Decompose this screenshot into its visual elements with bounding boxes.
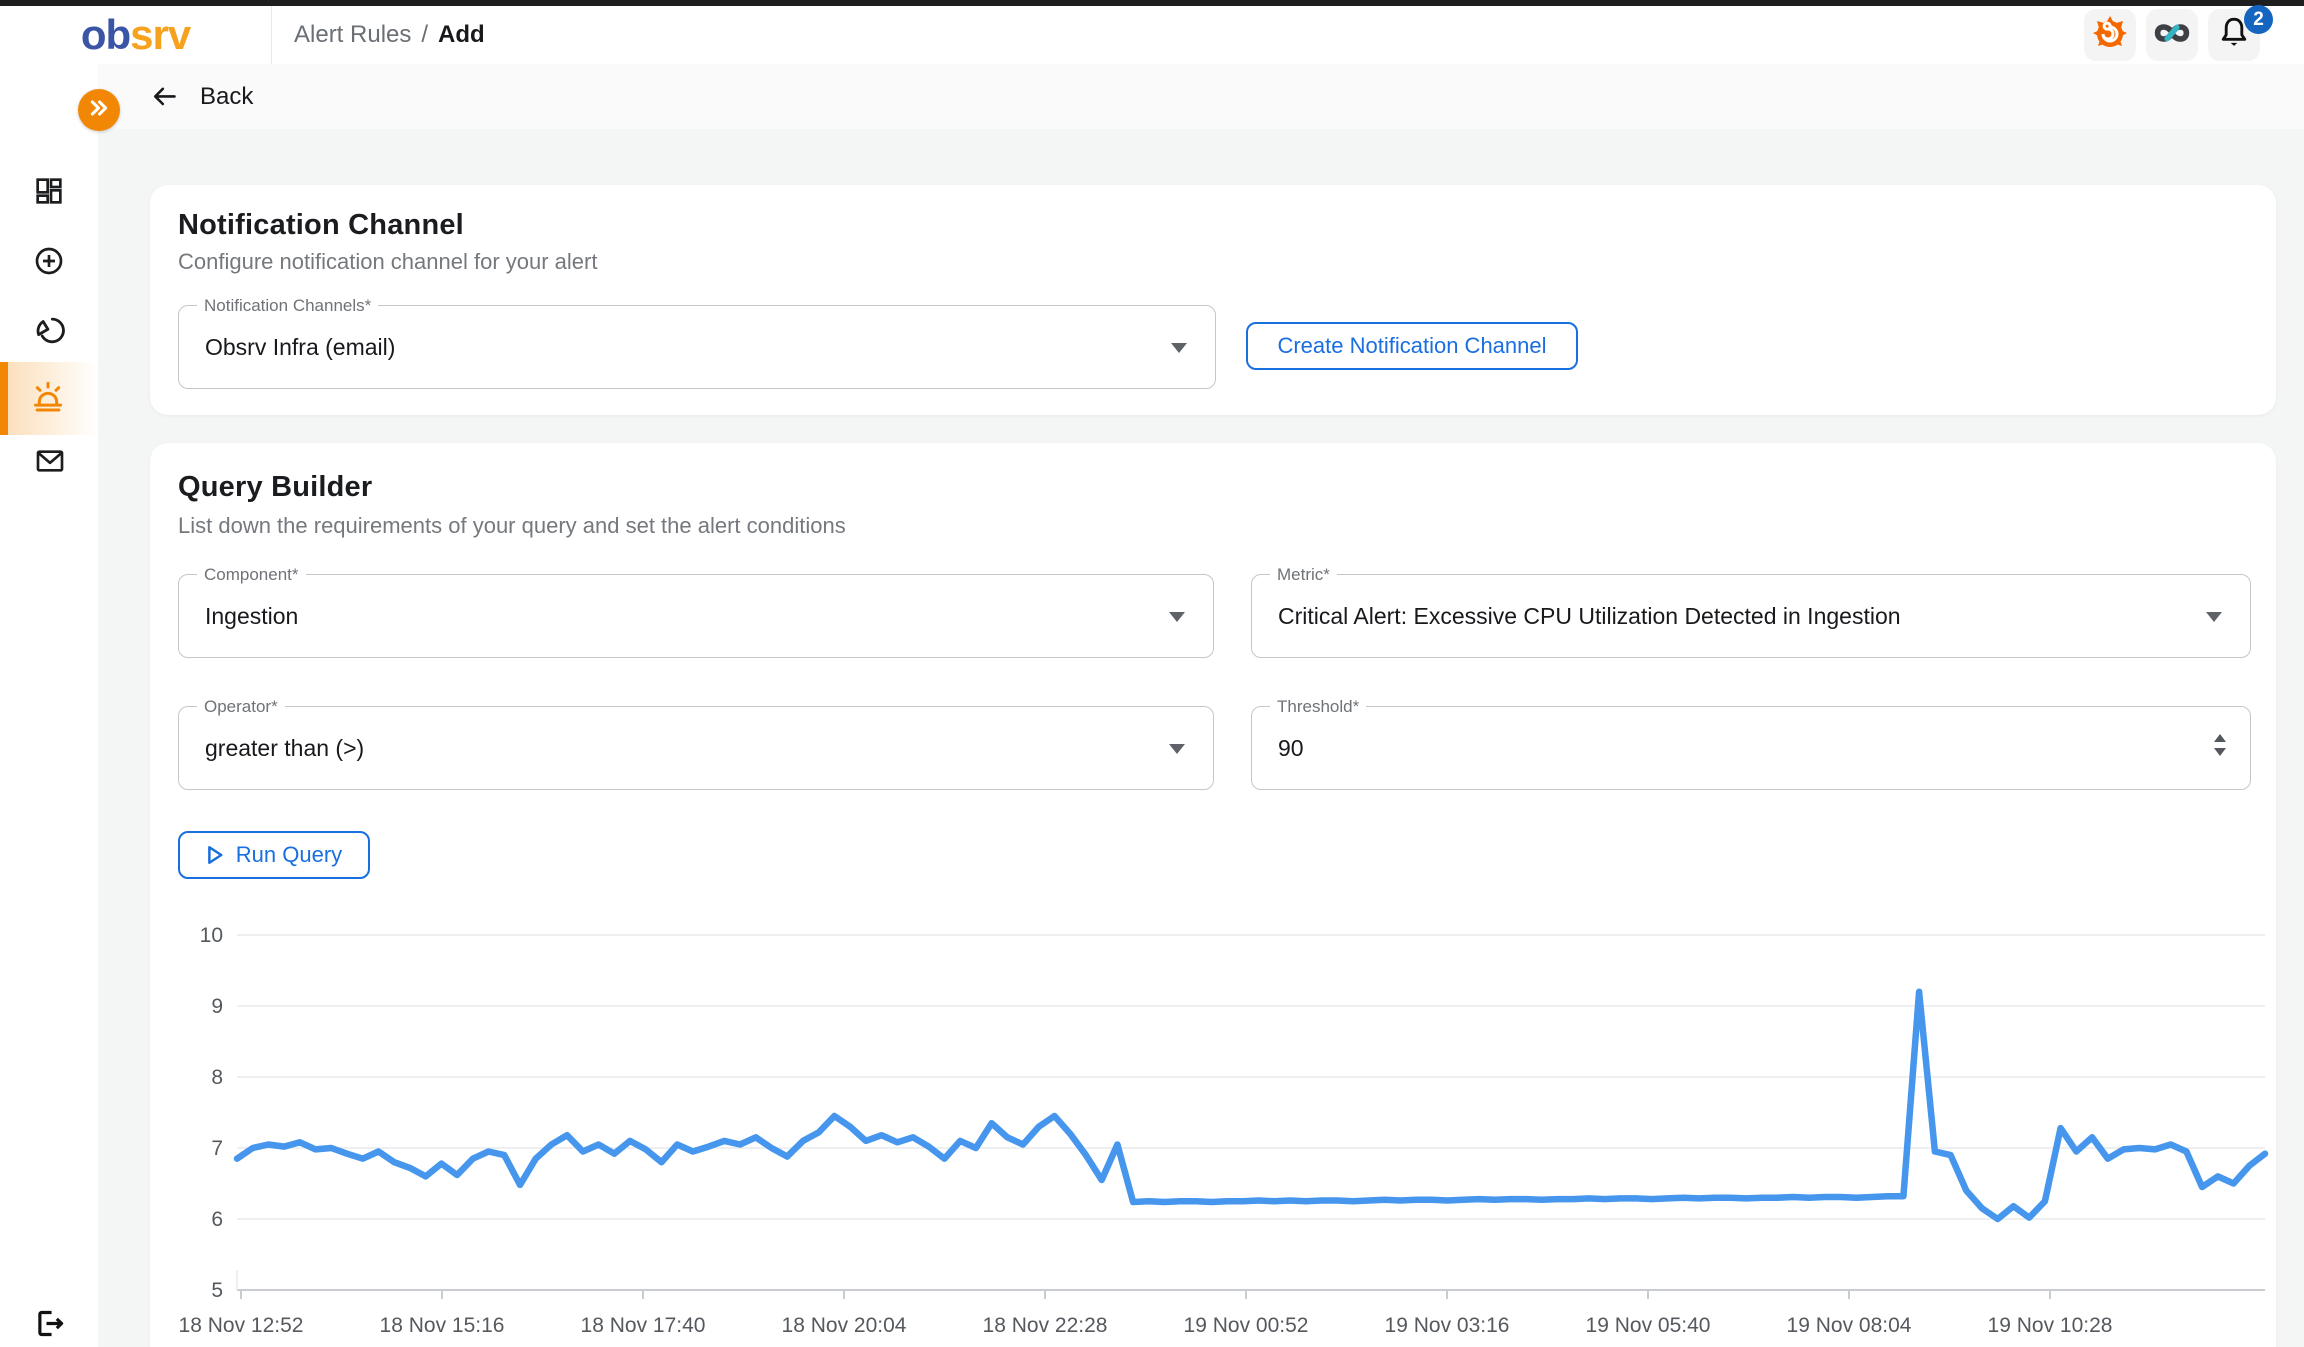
breadcrumb: Alert Rules / Add	[294, 21, 485, 49]
sidebar-expand-button[interactable]	[78, 89, 120, 131]
notifications-button[interactable]: 2	[2208, 9, 2260, 61]
query-result-chart[interactable]: 5 6 7 8 9 10 18 Nov 12:52 18 Nov 15:16 18 Nov 17…	[150, 883, 2276, 1347]
back-label[interactable]: Back	[200, 83, 253, 111]
svg-text:19 Nov 00:52: 19 Nov 00:52	[1184, 1314, 1309, 1337]
grafana-icon	[2091, 14, 2129, 57]
notification-channels-select[interactable]: Notification Channels* Obsrv Infra (emai…	[178, 305, 1216, 389]
alert-siren-icon	[28, 378, 68, 423]
operator-value: greater than (>)	[205, 707, 364, 789]
query-builder-card: Query Builder List down the requirements…	[150, 443, 2276, 1347]
notification-channel-title: Notification Channel	[178, 209, 464, 242]
active-indicator-bar	[0, 362, 8, 435]
notification-channel-subtitle: Configure notification channel for your …	[178, 249, 597, 275]
app-root: obsrv Alert Rules / Add	[0, 0, 2304, 1347]
svg-text:19 Nov 08:04: 19 Nov 08:04	[1787, 1314, 1912, 1337]
stepper-up-icon[interactable]	[2214, 734, 2226, 742]
double-chevron-right-icon	[88, 98, 110, 123]
envelope-icon	[33, 464, 67, 481]
sidebar-item-dashboard[interactable]	[33, 175, 65, 207]
svg-text:19 Nov 10:28: 19 Nov 10:28	[1988, 1314, 2113, 1337]
svg-text:18 Nov 12:52: 18 Nov 12:52	[179, 1314, 304, 1337]
pie-chart-icon	[33, 332, 65, 349]
sidebar	[0, 64, 98, 1347]
breadcrumb-current: Add	[438, 21, 485, 49]
component-value: Ingestion	[205, 575, 298, 657]
create-notification-channel-button[interactable]: Create Notification Channel	[1246, 322, 1578, 370]
infinity-icon	[2149, 17, 2195, 54]
back-arrow-icon[interactable]	[150, 83, 178, 111]
component-select[interactable]: Component* Ingestion	[178, 574, 1214, 658]
metric-select[interactable]: Metric* Critical Alert: Excessive CPU Ut…	[1251, 574, 2251, 658]
dropdown-arrow-icon	[1171, 343, 1187, 353]
logo-part-orange: srv	[130, 11, 190, 58]
svg-text:9: 9	[211, 995, 223, 1018]
svg-text:5: 5	[211, 1279, 223, 1302]
back-row: Back	[98, 64, 2304, 129]
svg-text:8: 8	[211, 1066, 223, 1089]
svg-text:18 Nov 20:04: 18 Nov 20:04	[782, 1314, 907, 1337]
play-icon	[206, 845, 224, 865]
svg-text:18 Nov 22:28: 18 Nov 22:28	[983, 1314, 1108, 1337]
svg-text:6: 6	[211, 1208, 223, 1231]
notification-count-badge: 2	[2244, 5, 2273, 34]
sidebar-item-logout[interactable]	[33, 1307, 65, 1339]
threshold-value: 90	[1278, 707, 1304, 789]
run-query-button[interactable]: Run Query	[178, 831, 370, 879]
logo-part-blue: ob	[81, 11, 130, 58]
logout-icon	[33, 1327, 66, 1344]
infinity-button[interactable]	[2146, 9, 2198, 61]
dropdown-arrow-icon	[1169, 612, 1185, 622]
dropdown-arrow-icon	[2206, 612, 2222, 622]
line-chart-svg: 5 6 7 8 9 10 18 Nov 12:52 18 Nov 15:16 18 Nov 17…	[150, 883, 2276, 1347]
svg-text:7: 7	[211, 1137, 223, 1160]
number-stepper[interactable]	[2214, 734, 2226, 756]
obsrv-logo[interactable]: obsrv	[81, 11, 190, 59]
query-builder-title: Query Builder	[178, 471, 372, 504]
svg-text:19 Nov 05:40: 19 Nov 05:40	[1586, 1314, 1711, 1337]
dashboard-icon	[33, 194, 65, 211]
threshold-input[interactable]: Threshold* 90	[1251, 706, 2251, 790]
breadcrumb-section[interactable]: Alert Rules	[294, 21, 411, 49]
sidebar-item-channels[interactable]	[33, 445, 65, 477]
sidebar-item-add[interactable]	[33, 245, 65, 277]
grafana-button[interactable]	[2084, 9, 2136, 61]
svg-text:19 Nov 03:16: 19 Nov 03:16	[1385, 1314, 1510, 1337]
breadcrumb-separator: /	[421, 21, 428, 49]
sidebar-item-alerts-active[interactable]	[0, 362, 98, 435]
add-circle-icon	[33, 264, 65, 281]
svg-text:18 Nov 17:40: 18 Nov 17:40	[581, 1314, 706, 1337]
query-builder-subtitle: List down the requirements of your query…	[178, 513, 846, 539]
sidebar-item-datasets[interactable]	[33, 313, 65, 345]
notification-channels-value: Obsrv Infra (email)	[205, 306, 395, 388]
dropdown-arrow-icon	[1169, 744, 1185, 754]
run-query-label: Run Query	[236, 842, 342, 868]
notification-channel-card: Notification Channel Configure notificat…	[150, 185, 2276, 415]
metric-value: Critical Alert: Excessive CPU Utilizatio…	[1278, 575, 1901, 657]
operator-select[interactable]: Operator* greater than (>)	[178, 706, 1214, 790]
svg-text:10: 10	[200, 924, 223, 947]
app-header: obsrv Alert Rules / Add	[0, 6, 2304, 64]
svg-text:18 Nov 15:16: 18 Nov 15:16	[380, 1314, 505, 1337]
logo-container: obsrv	[0, 6, 272, 64]
stepper-down-icon[interactable]	[2214, 748, 2226, 756]
